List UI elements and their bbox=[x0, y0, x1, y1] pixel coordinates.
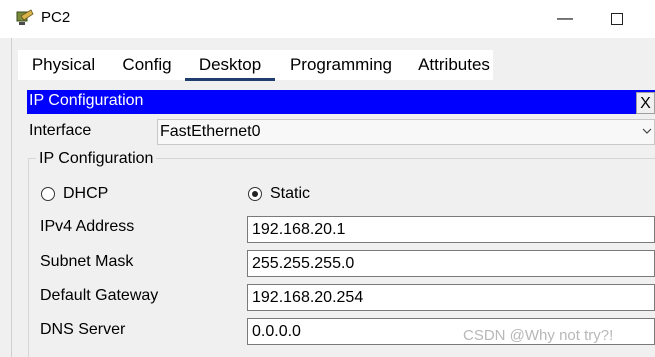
subnet-mask-field[interactable]: 255.255.255.0 bbox=[247, 250, 655, 277]
dns-server-label: DNS Server bbox=[40, 321, 126, 338]
close-icon[interactable]: X bbox=[636, 92, 655, 114]
window-minimize-icon[interactable]: — bbox=[554, 8, 576, 30]
dns-server-value: 0.0.0.0 bbox=[252, 323, 301, 340]
tab-bar: Physical Config Desktop Programming Attr… bbox=[18, 50, 493, 81]
tab-attributes[interactable]: Attributes bbox=[408, 50, 500, 80]
ip-configuration-header-title: IP Configuration bbox=[29, 92, 144, 109]
interface-select-value: FastEthernet0 bbox=[160, 123, 261, 140]
dhcp-radio-label[interactable]: DHCP bbox=[63, 185, 108, 203]
subnet-mask-label: Subnet Mask bbox=[40, 253, 134, 270]
default-gateway-value: 192.168.20.254 bbox=[252, 289, 364, 306]
static-radio[interactable] bbox=[248, 187, 262, 201]
background-window-edge bbox=[0, 38, 12, 357]
app-icon bbox=[16, 9, 34, 25]
ip-configuration-group-title: IP Configuration bbox=[36, 150, 157, 168]
dhcp-radio[interactable] bbox=[41, 187, 55, 201]
window-title-bar: PC2 — bbox=[0, 0, 655, 38]
subnet-mask-value: 255.255.255.0 bbox=[252, 255, 355, 272]
window-maximize-icon[interactable] bbox=[606, 8, 628, 30]
ip-configuration-header: IP Configuration bbox=[27, 90, 655, 114]
interface-select[interactable]: FastEthernet0 bbox=[157, 119, 655, 145]
tab-physical[interactable]: Physical bbox=[18, 50, 109, 80]
chevron-down-icon bbox=[642, 128, 652, 134]
interface-label: Interface bbox=[29, 122, 92, 139]
default-gateway-field[interactable]: 192.168.20.254 bbox=[247, 284, 655, 311]
watermark: CSDN @Why not try?! bbox=[463, 327, 614, 344]
default-gateway-label: Default Gateway bbox=[40, 287, 159, 304]
ipv4-address-value: 192.168.20.1 bbox=[252, 221, 346, 238]
ipv4-address-field[interactable]: 192.168.20.1 bbox=[247, 216, 655, 243]
tab-desktop[interactable]: Desktop bbox=[185, 50, 275, 81]
tab-programming[interactable]: Programming bbox=[280, 50, 402, 80]
tab-config[interactable]: Config bbox=[113, 50, 181, 80]
static-radio-label[interactable]: Static bbox=[270, 185, 310, 203]
ipv4-address-label: IPv4 Address bbox=[40, 218, 135, 235]
window-title: PC2 bbox=[41, 9, 71, 26]
